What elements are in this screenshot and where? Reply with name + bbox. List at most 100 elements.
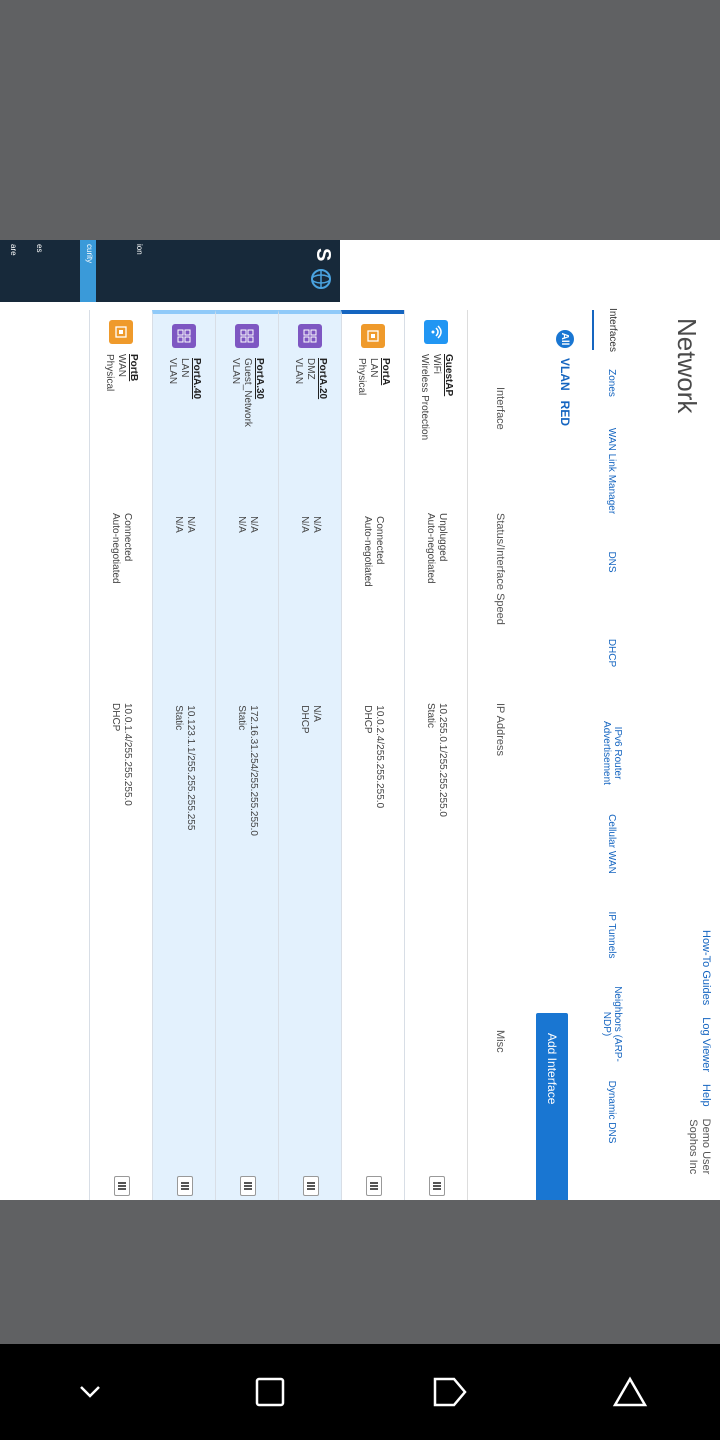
tab-ip-tunnels[interactable]: IP Tunnels (592, 890, 632, 980)
status-text: N/A (311, 516, 322, 533)
sidebar-item-security[interactable]: curity (85, 240, 94, 302)
table-row[interactable]: GuestAP WiFi Wireless Protection Unplugg… (404, 310, 467, 1200)
interface-type: WAN (116, 354, 127, 377)
row-menu-button[interactable] (366, 1176, 382, 1197)
help-link[interactable]: Help (686, 1084, 712, 1107)
ip-address: 172.16.31.254/255.255.255.0 (248, 705, 259, 836)
interfaces-table: Interface Status/Interface Speed IP Addr… (89, 310, 532, 1200)
row-menu-button[interactable] (114, 1176, 130, 1196)
filter-all[interactable]: All (556, 330, 574, 348)
filter-bar: All VLAN RED (556, 330, 574, 426)
interface-sub: Physical (356, 358, 367, 396)
interface-type: LAN (179, 358, 190, 378)
tab-interfaces[interactable]: Interfaces (592, 308, 632, 352)
user-org: Sophos Inc (687, 1119, 699, 1175)
tab-dhcp[interactable]: DHCP (592, 598, 632, 708)
ip-mode: Static (173, 705, 184, 731)
col-ip-address[interactable]: IP Address (494, 703, 506, 1030)
interface-type: WiFi (431, 354, 442, 374)
table-header: Interface Status/Interface Speed IP Addr… (467, 310, 532, 1200)
ip-address: 10.123.1.1/255.255.255.255 (185, 705, 196, 831)
tab-wan-link-manager[interactable]: WAN Link Manager (592, 416, 632, 526)
interface-name[interactable]: PortB (127, 354, 139, 391)
tab-dynamic-dns[interactable]: Dynamic DNS (592, 1068, 632, 1156)
vlan-icon (298, 324, 322, 348)
row-menu-button[interactable] (240, 1176, 256, 1197)
table-row[interactable]: PortA.40 LAN VLAN N/A N/A 10.123.1.1/255… (152, 310, 215, 1200)
ip-mode: DHCP (299, 705, 310, 734)
home-tag-icon[interactable] (420, 1362, 480, 1422)
top-links: How-To Guides Log Viewer Help Demo User … (686, 930, 712, 1174)
speed-text: Auto-negotiated (362, 516, 373, 587)
status-text: Unplugged (437, 513, 448, 562)
sophos-network-page: Network How-To Guides Log Viewer Help De… (0, 240, 720, 1200)
android-nav-bar (0, 1344, 720, 1440)
table-row[interactable]: PortB WAN Physical Connected Auto-negoti… (89, 310, 152, 1200)
interface-name[interactable]: PortA.20 (316, 358, 328, 399)
row-menu-button[interactable] (303, 1176, 319, 1197)
user-menu[interactable]: Demo User Sophos Inc (686, 1119, 712, 1175)
sidebar-item[interactable]: ion (135, 240, 144, 302)
sidebar: S ion curity es are (0, 240, 340, 302)
log-viewer-link[interactable]: Log Viewer (686, 1017, 712, 1072)
back-triangle-icon[interactable] (600, 1362, 660, 1422)
col-interface[interactable]: Interface (494, 310, 506, 513)
ip-address: 10.0.2.4/255.255.255.0 (374, 705, 385, 809)
interface-sub: Physical (104, 354, 115, 392)
status-text: N/A (248, 516, 259, 533)
row-menu-button[interactable] (177, 1176, 193, 1197)
tab-zones[interactable]: Zones (592, 350, 632, 416)
status-text: N/A (185, 516, 196, 533)
vlan-icon (235, 324, 259, 348)
user-name: Demo User (700, 1118, 712, 1175)
tab-cellular-wan[interactable]: Cellular WAN (592, 798, 632, 890)
col-status[interactable]: Status/Interface Speed (494, 513, 506, 703)
speed-text: N/A (173, 516, 184, 533)
row-menu-button[interactable] (429, 1176, 445, 1196)
ethernet-icon (361, 324, 385, 348)
tab-ipv6-router-advertisement[interactable]: IPv6 Router Advertisement (592, 708, 632, 798)
ip-mode: Static (236, 705, 247, 731)
background-top (0, 0, 720, 240)
screenshot-viewport: Network How-To Guides Log Viewer Help De… (0, 240, 720, 1200)
speed-text: Auto-negotiated (110, 513, 121, 584)
how-to-guides-link[interactable]: How-To Guides (686, 930, 712, 1005)
ip-mode: DHCP (362, 705, 373, 734)
interface-name[interactable]: PortA.40 (190, 358, 202, 399)
table-row[interactable]: PortA LAN Physical Connected Auto-negoti… (341, 310, 404, 1200)
ip-address: 10.255.0.1/255.255.255.0 (437, 703, 448, 817)
speed-text: Auto-negotiated (425, 513, 436, 584)
interface-sub: VLAN (167, 358, 178, 385)
wifi-icon (424, 320, 448, 344)
interface-type: LAN (368, 358, 379, 378)
ethernet-icon (109, 320, 133, 344)
add-interface-button[interactable]: Add Interface (536, 1013, 568, 1200)
col-misc: Misc (494, 1030, 506, 1053)
interface-name[interactable]: GuestAP (442, 354, 454, 440)
recents-square-icon[interactable] (240, 1362, 300, 1422)
ip-mode: Static (425, 703, 436, 729)
chevron-down-icon[interactable] (60, 1362, 120, 1422)
interface-name[interactable]: PortA.30 (253, 358, 265, 427)
ip-address: N/A (311, 705, 322, 722)
interface-type: DMZ (305, 358, 316, 380)
interface-name[interactable]: PortA (379, 358, 391, 395)
sidebar-item[interactable]: are (9, 240, 18, 302)
filter-red[interactable]: RED (558, 401, 572, 426)
status-text: Connected (374, 516, 385, 565)
interface-sub: VLAN (293, 358, 304, 385)
tab-dns[interactable]: DNS (592, 526, 632, 598)
background-bottom (0, 1200, 720, 1344)
interface-sub: Wireless Protection (419, 354, 430, 441)
sidebar-item[interactable]: es (35, 240, 44, 302)
vlan-icon (172, 324, 196, 348)
speed-text: N/A (236, 516, 247, 533)
ip-address: 10.0.1.4/255.255.255.0 (122, 703, 133, 806)
globe-icon (311, 269, 331, 289)
table-row[interactable]: PortA.30 Guest_Network VLAN N/A N/A 172.… (215, 310, 278, 1200)
tab-neighbors[interactable]: Neighbors (ARP-NDP) (592, 980, 632, 1068)
table-row[interactable]: PortA.20 DMZ VLAN N/A N/A N/A DHCP (278, 310, 341, 1200)
filter-vlan[interactable]: VLAN (558, 358, 572, 391)
header: Network How-To Guides Log Viewer Help De… (638, 240, 720, 1200)
sophos-logo: S (312, 248, 334, 262)
